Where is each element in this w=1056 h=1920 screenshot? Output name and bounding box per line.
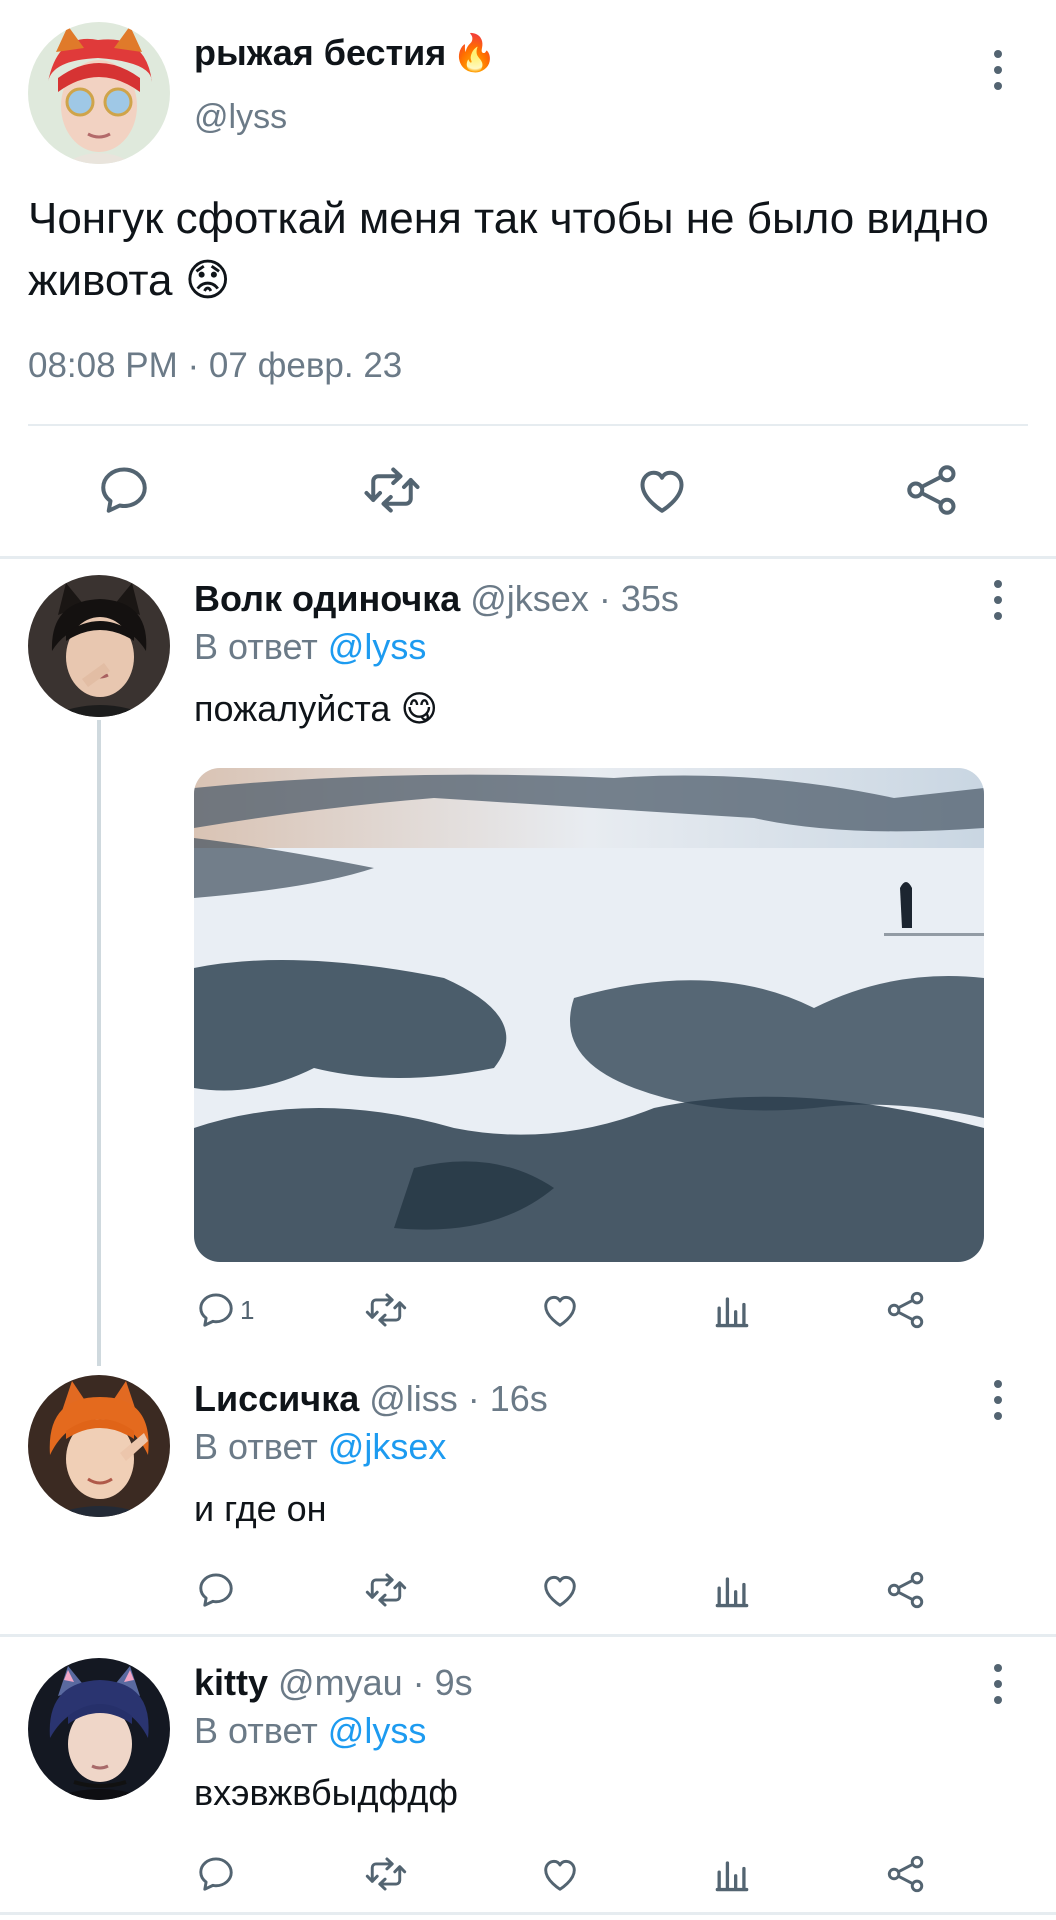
like-icon[interactable] [538,1850,582,1898]
reply-header: kitty @myau · 9s [194,1662,473,1704]
reply-icon[interactable] [194,1850,240,1898]
media-image[interactable] [194,768,984,1262]
share-icon[interactable] [884,1850,928,1898]
reply-icon[interactable] [194,1566,240,1614]
main-tweet: рыжая бестия 🔥 @lyss Чонгук сфоткай меня … [0,0,1056,560]
handle-time[interactable]: @myau · 9s [278,1662,473,1703]
avatar[interactable] [28,1375,170,1517]
share-icon[interactable] [902,460,962,520]
reply-text: вхэвжвбыдфдф [194,1772,458,1813]
avatar[interactable] [28,1658,170,1800]
like-icon[interactable] [538,1286,582,1334]
reply-actions: 1 [194,1286,954,1334]
share-icon[interactable] [884,1286,928,1334]
avatar[interactable] [28,575,170,717]
author-name[interactable]: рыжая бестия 🔥 [194,32,497,74]
reply-icon[interactable]: 1 [194,1286,254,1334]
analytics-icon[interactable] [710,1286,754,1334]
divider [0,1634,1056,1637]
analytics-icon[interactable] [710,1566,754,1614]
reply-text: пожалуйста 😋 [194,688,438,729]
like-icon[interactable] [632,460,692,520]
mention-link[interactable]: @lyss [328,626,427,667]
author-name[interactable]: Волк одиночка [194,578,460,619]
reply-header: Lиссичка @liss · 16s [194,1378,548,1420]
more-icon[interactable] [986,1376,1010,1424]
reply-header: Волк одиночка @jksex · 35s [194,578,679,620]
reply-count: 1 [240,1294,255,1325]
more-icon[interactable] [986,576,1010,624]
retweet-icon[interactable] [364,1566,408,1614]
mention-link[interactable]: @jksex [328,1426,447,1467]
handle-time[interactable]: @liss · 16s [369,1378,548,1419]
divider [28,424,1028,426]
tweet-text: Чонгук сфоткай меня так чтобы не было ви… [28,194,989,305]
thread-line [97,720,101,1366]
retweet-icon[interactable] [362,460,422,520]
share-icon[interactable] [884,1566,928,1614]
author-name[interactable]: kitty [194,1662,268,1703]
avatar[interactable] [28,22,170,164]
reply-to: В ответ @jksex [194,1426,446,1468]
more-icon[interactable] [986,46,1010,94]
analytics-icon[interactable] [710,1850,754,1898]
reply-to: В ответ @lyss [194,626,426,668]
author-handle[interactable]: @lyss [194,98,287,137]
author-name[interactable]: Lиссичка [194,1378,359,1419]
tweet-timestamp[interactable]: 08:08 PM · 07 февр. 23 [28,346,402,386]
retweet-icon[interactable] [364,1286,408,1334]
reply-to-prefix: В ответ [194,626,318,667]
like-icon[interactable] [538,1566,582,1614]
handle-time[interactable]: @jksex · 35s [470,578,679,619]
reply-actions [194,1566,954,1614]
reply-icon[interactable] [94,460,154,520]
reply-text: и где он [194,1488,327,1529]
reply-to: В ответ @lyss [194,1710,426,1752]
mention-link[interactable]: @lyss [328,1710,427,1751]
divider [0,556,1056,559]
retweet-icon[interactable] [364,1850,408,1898]
reply-to-prefix: В ответ [194,1426,318,1467]
more-icon[interactable] [986,1660,1010,1708]
divider [0,1912,1056,1915]
reply-to-prefix: В ответ [194,1710,318,1751]
reply-actions [194,1850,954,1898]
author-name-text: рыжая бестия [194,32,447,73]
fire-emoji: 🔥 [452,32,498,73]
tweet-actions [0,460,1056,524]
